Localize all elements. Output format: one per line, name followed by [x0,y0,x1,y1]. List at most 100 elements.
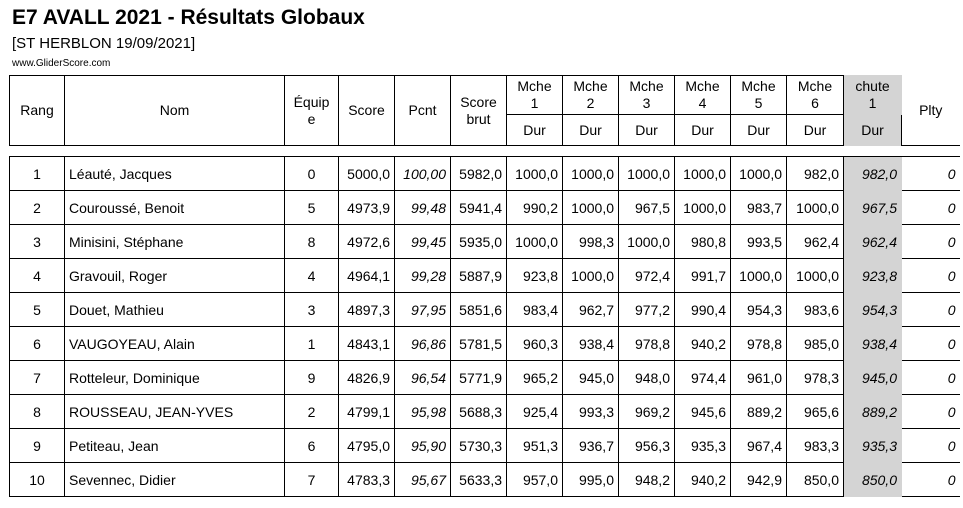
score-cell: 4964,1 [338,258,395,293]
rang-cell: 8 [9,394,65,429]
table-row: 8 ROUSSEAU, JEAN-YVES 2 4799,1 95,98 5688,3 92… [9,394,960,429]
col-rang: Rang [9,75,65,146]
col-dur: Dur [562,114,619,146]
round-6-cell: 1000,0 [786,258,844,293]
round-2-cell: 993,3 [562,394,619,429]
penalty-cell: 0 [901,428,960,463]
col-mche-2-line2: 2 [586,95,595,111]
col-dur: Dur [506,114,563,146]
col-chute-line1: chute [855,78,890,94]
score-cell: 4795,0 [338,428,395,463]
round-3-cell: 956,3 [618,428,675,463]
round-6-cell: 983,3 [786,428,844,463]
col-mche-1-line1: Mche [517,78,552,94]
results-body: 1 Léauté, Jacques 0 5000,0 100,00 5982,0 1000,… [9,145,960,497]
score-cell: 4972,6 [338,224,395,259]
round-2-cell: 995,0 [562,462,619,497]
name-cell: Rotteleur, Dominique [64,360,285,395]
col-mche-3-line2: 3 [642,95,651,111]
raw-score-cell: 5688,3 [450,394,507,429]
round-5-cell: 889,2 [730,394,787,429]
round-4-cell: 990,4 [674,292,731,327]
round-5-cell: 1000,0 [730,258,787,293]
drop-cell: 945,0 [843,360,902,395]
team-cell: 2 [284,394,339,429]
penalty-cell: 0 [901,258,960,293]
round-3-cell: 967,5 [618,190,675,225]
table-row: 1 Léauté, Jacques 0 5000,0 100,00 5982,0 1000,… [9,156,960,191]
col-dur: Dur [674,114,731,146]
round-4-cell: 940,2 [674,462,731,497]
drop-cell: 889,2 [843,394,902,429]
round-5-cell: 961,0 [730,360,787,395]
rang-cell: 5 [9,292,65,327]
table-row: 9 Petiteau, Jean 6 4795,0 95,90 5730,3 951,3 93… [9,428,960,463]
drop-cell: 967,5 [843,190,902,225]
round-5-cell: 993,5 [730,224,787,259]
round-2-cell: 1000,0 [562,258,619,293]
col-mche-4-line2: 4 [698,95,707,111]
round-2-cell: 936,7 [562,428,619,463]
name-cell: Gravouil, Roger [64,258,285,293]
round-3-cell: 948,2 [618,462,675,497]
col-mche-2-line1: Mche [573,78,608,94]
table-row: 10 Sevennec, Didier 7 4783,3 95,67 5633,3 957,… [9,462,960,497]
round-1-cell: 983,4 [506,292,563,327]
col-plty: Plty [901,75,960,146]
percent-cell: 99,48 [394,190,451,225]
name-cell: VAUGOYEAU, Alain [64,326,285,361]
round-6-cell: 1000,0 [786,190,844,225]
site-label: www.GliderScore.com [12,58,111,69]
round-3-cell: 972,4 [618,258,675,293]
team-cell: 1 [284,326,339,361]
drop-cell: 923,8 [843,258,902,293]
penalty-cell: 0 [901,190,960,225]
round-4-cell: 991,7 [674,258,731,293]
percent-cell: 96,86 [394,326,451,361]
col-equipe: Équip e [284,75,339,146]
col-mche-6: Mche 6 [786,75,844,115]
round-6-cell: 983,6 [786,292,844,327]
round-1-cell: 925,4 [506,394,563,429]
percent-cell: 99,45 [394,224,451,259]
drop-cell: 938,4 [843,326,902,361]
rang-cell: 10 [9,462,65,497]
spacer-cell [9,145,960,157]
drop-cell: 982,0 [843,156,902,191]
penalty-cell: 0 [901,394,960,429]
percent-cell: 99,28 [394,258,451,293]
score-cell: 4826,9 [338,360,395,395]
name-cell: Couroussé, Benoit [64,190,285,225]
penalty-cell: 0 [901,326,960,361]
round-2-cell: 1000,0 [562,156,619,191]
table-row: 5 Douet, Mathieu 3 4897,3 97,95 5851,6 983,4 96… [9,292,960,327]
round-2-cell: 938,4 [562,326,619,361]
team-cell: 8 [284,224,339,259]
col-equipe-line2: e [307,110,316,127]
round-6-cell: 978,3 [786,360,844,395]
round-4-cell: 974,4 [674,360,731,395]
team-cell: 0 [284,156,339,191]
col-score-brut: Score brut [450,75,507,146]
col-equipe-line1: Équip [293,93,330,110]
round-4-cell: 1000,0 [674,156,731,191]
name-cell: Minisini, Stéphane [64,224,285,259]
drop-cell: 954,3 [843,292,902,327]
round-2-cell: 998,3 [562,224,619,259]
col-mche-1: Mche 1 [506,75,563,115]
percent-cell: 100,00 [394,156,451,191]
round-5-cell: 967,4 [730,428,787,463]
round-3-cell: 1000,0 [618,224,675,259]
round-1-cell: 965,2 [506,360,563,395]
col-mche-5: Mche 5 [730,75,787,115]
round-6-cell: 850,0 [786,462,844,497]
percent-cell: 95,98 [394,394,451,429]
team-cell: 5 [284,190,339,225]
round-5-cell: 1000,0 [730,156,787,191]
team-cell: 9 [284,360,339,395]
round-3-cell: 969,2 [618,394,675,429]
team-cell: 7 [284,462,339,497]
round-1-cell: 957,0 [506,462,563,497]
score-cell: 4783,3 [338,462,395,497]
page-title: E7 AVALL 2021 - Résultats Globaux [12,6,365,29]
